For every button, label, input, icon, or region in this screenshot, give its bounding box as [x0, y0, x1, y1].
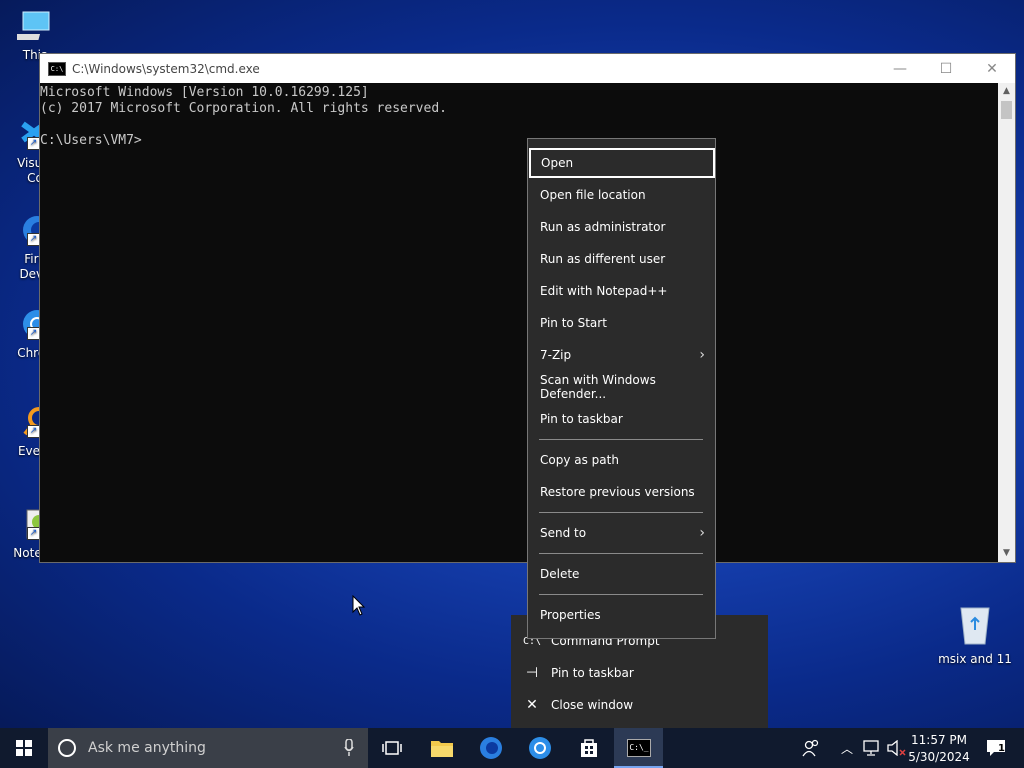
minimize-button[interactable]: —: [877, 54, 923, 83]
menu-item-delete[interactable]: Delete: [529, 559, 715, 589]
chevron-up-icon: ︿: [840, 741, 853, 756]
action-center-button[interactable]: 1: [976, 728, 1016, 768]
desktop-icon-recycle-bin[interactable]: msix and 11: [938, 602, 1012, 666]
cmd-icon: C:\: [48, 61, 66, 76]
windows-logo-icon: [16, 740, 32, 756]
taskbar-command-prompt[interactable]: C:\_: [614, 728, 663, 768]
menu-item-run-as-administrator[interactable]: Run as administrator: [529, 212, 715, 242]
menu-item-label: Run as administrator: [540, 220, 666, 234]
close-button[interactable]: ✕: [969, 54, 1015, 83]
show-hidden-icons-button[interactable]: ︿: [836, 728, 858, 768]
clock[interactable]: 11:57 PM 5/30/2024: [906, 732, 972, 766]
menu-item-label: Properties: [540, 608, 601, 622]
menu-item-label: Run as different user: [540, 252, 666, 266]
menu-separator: [539, 553, 703, 554]
people-icon: [802, 739, 819, 757]
people-button[interactable]: [796, 728, 826, 768]
menu-item-label: Copy as path: [540, 453, 619, 467]
console-output[interactable]: Microsoft Windows [Version 10.0.16299.12…: [40, 83, 998, 562]
console-prompt: C:\Users\VM7>: [40, 133, 142, 148]
chevron-up-icon: ▲: [1003, 86, 1010, 96]
jump-list-close-window[interactable]: ✕ Close window: [511, 689, 768, 721]
start-button[interactable]: [0, 728, 48, 768]
menu-item-pin-to-start[interactable]: Pin to Start: [529, 308, 715, 338]
menu-item-label: 7-Zip: [540, 348, 572, 362]
menu-separator: [539, 439, 703, 440]
folder-icon: [431, 741, 453, 757]
menu-item-pin-to-taskbar[interactable]: Pin to taskbar: [529, 404, 715, 434]
menu-item-properties[interactable]: Properties: [529, 600, 715, 630]
menu-item-open[interactable]: Open: [529, 148, 715, 178]
taskbar-chrome[interactable]: [517, 728, 563, 768]
chevron-right-icon: ›: [699, 525, 705, 541]
chrome-icon: [529, 737, 551, 759]
menu-separator: [539, 594, 703, 595]
jump-list-label: Pin to taskbar: [551, 666, 634, 680]
window-title: C:\Windows\system32\cmd.exe: [72, 61, 260, 76]
recycle-bin-icon: [955, 602, 995, 646]
volume-muted-icon: [887, 740, 906, 756]
menu-item-label: Open file location: [540, 188, 646, 202]
maximize-button[interactable]: ☐: [923, 54, 969, 83]
console-line: Microsoft Windows [Version 10.0.16299.12…: [40, 85, 369, 100]
menu-separator: [539, 512, 703, 513]
notification-count-badge: 1: [998, 743, 1005, 754]
menu-item-open-file-location[interactable]: Open file location: [529, 180, 715, 210]
menu-item-edit-with-notepad-plus-plus[interactable]: Edit with Notepad++: [529, 276, 715, 306]
task-view-button[interactable]: [370, 728, 414, 768]
computer-icon: [12, 8, 53, 44]
chevron-down-icon: ▼: [1003, 548, 1010, 558]
menu-item-label: Edit with Notepad++: [540, 284, 668, 298]
firefox-icon: [480, 737, 502, 759]
menu-item-label: Pin to Start: [540, 316, 607, 330]
menu-item-restore-previous-versions[interactable]: Restore previous versions: [529, 477, 715, 507]
taskbar-microsoft-store[interactable]: [566, 728, 612, 768]
network-button[interactable]: [860, 728, 882, 768]
jump-list-label: Close window: [551, 698, 634, 712]
close-icon: ✕: [986, 60, 998, 77]
clock-date: 5/30/2024: [908, 750, 970, 764]
menu-item-label: Open: [541, 156, 574, 170]
cortana-icon: [58, 739, 76, 757]
menu-item-copy-as-path[interactable]: Copy as path: [529, 445, 715, 475]
microphone-icon[interactable]: [344, 738, 354, 761]
menu-item-run-as-different-user[interactable]: Run as different user: [529, 244, 715, 274]
menu-item-scan-with-windows-defender[interactable]: Scan with Windows Defender...: [529, 372, 715, 402]
menu-item-label: Pin to taskbar: [540, 412, 623, 426]
search-placeholder: Ask me anything: [88, 740, 206, 756]
cmd-titlebar[interactable]: C:\ C:\Windows\system32\cmd.exe — ☐ ✕: [40, 54, 1015, 83]
store-icon: [581, 739, 597, 757]
chevron-right-icon: ›: [699, 347, 705, 363]
search-box[interactable]: Ask me anything: [48, 728, 368, 768]
taskbar-file-explorer[interactable]: [419, 728, 465, 768]
scroll-up-button[interactable]: ▲: [998, 83, 1015, 100]
vertical-scrollbar[interactable]: ▲ ▼: [998, 83, 1015, 562]
scroll-down-button[interactable]: ▼: [998, 545, 1015, 562]
clock-time: 11:57 PM: [911, 733, 967, 747]
task-view-icon: [382, 741, 402, 755]
scroll-thumb[interactable]: [1001, 101, 1012, 119]
menu-item-label: Restore previous versions: [540, 485, 695, 499]
minimize-icon: —: [893, 60, 907, 77]
taskbar: Ask me anything C:\_ ︿ 11:57 PM 5/30/202…: [0, 728, 1024, 768]
jump-list-pin-to-taskbar[interactable]: ⊣ Pin to taskbar: [511, 657, 768, 689]
menu-item-label: Scan with Windows Defender...: [540, 373, 656, 401]
menu-item-label: Delete: [540, 567, 580, 581]
menu-item-7-zip[interactable]: 7-Zip ›: [529, 340, 715, 370]
cmd-icon: C:\_: [627, 739, 651, 757]
menu-item-label: Send to: [540, 526, 587, 540]
console-line: (c) 2017 Microsoft Corporation. All righ…: [40, 101, 447, 116]
desktop-icon-label: msix and 11: [938, 652, 1012, 666]
context-menu: Open Open file location Run as administr…: [527, 138, 716, 639]
maximize-icon: ☐: [939, 60, 953, 77]
volume-button[interactable]: [884, 728, 908, 768]
network-icon: [863, 740, 879, 756]
pin-icon: ⊣: [525, 665, 539, 681]
taskbar-firefox-developer[interactable]: [468, 728, 514, 768]
close-icon: ✕: [526, 697, 538, 713]
menu-item-send-to[interactable]: Send to ›: [529, 518, 715, 548]
